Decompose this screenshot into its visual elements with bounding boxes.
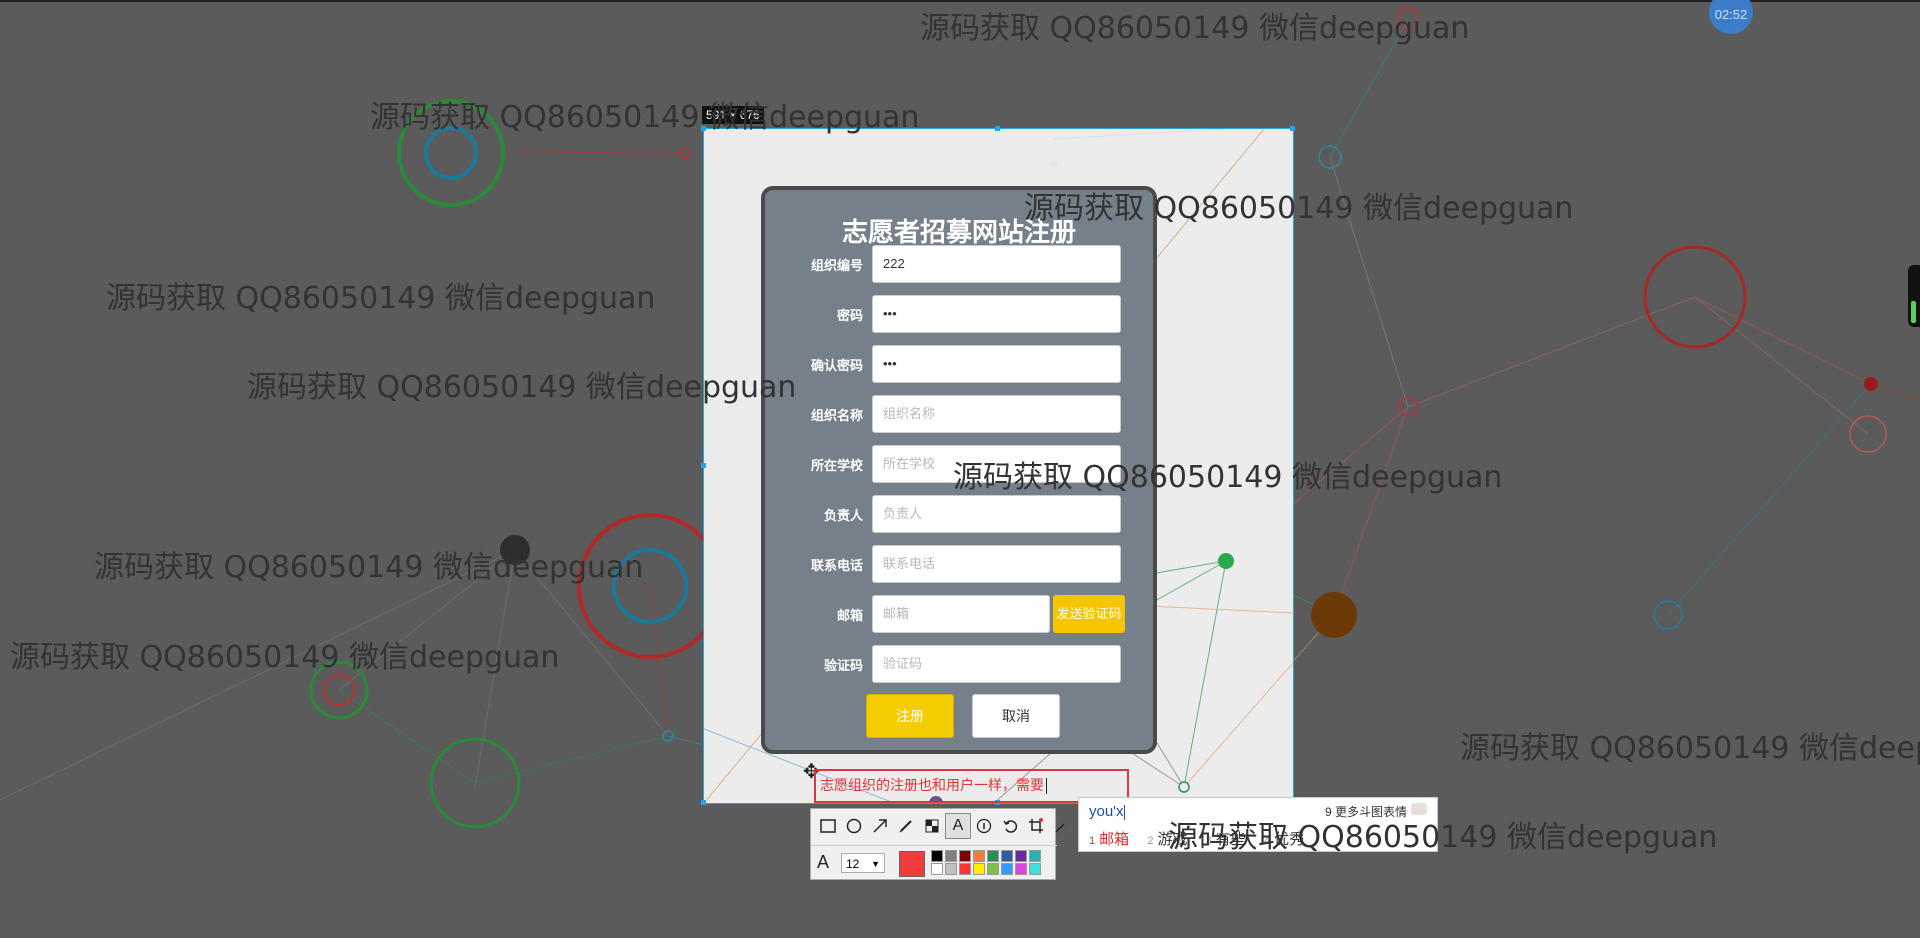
- field-row-phone: 联系电话 联系电话: [765, 545, 1157, 583]
- field-label: 联系电话: [810, 558, 863, 573]
- color-swatch[interactable]: [931, 863, 943, 875]
- mosaic-icon[interactable]: [919, 813, 945, 839]
- chevron-down-icon: ▼: [871, 859, 880, 869]
- color-palette: [931, 850, 1042, 875]
- text-caret: [1046, 778, 1047, 795]
- text-icon[interactable]: A: [945, 813, 971, 839]
- confirm-password-input[interactable]: •••: [872, 345, 1121, 383]
- color-swatch[interactable]: [945, 850, 957, 862]
- resize-handle-bl[interactable]: [701, 800, 706, 805]
- field-label: 所在学校: [810, 458, 863, 473]
- font-size-value: 12: [846, 857, 860, 871]
- org-name-input[interactable]: 组织名称: [872, 395, 1121, 433]
- current-color-swatch[interactable]: [899, 851, 925, 877]
- watermark: 源码获取 QQ86050149 微信deepguan: [1024, 191, 1574, 226]
- field-row-email: 邮箱 邮箱 发送验证码: [765, 595, 1157, 633]
- field-label: 负责人: [823, 508, 863, 523]
- phone-input[interactable]: 联系电话: [872, 545, 1121, 583]
- pin-icon[interactable]: [1049, 813, 1075, 839]
- cancel-button[interactable]: 取消: [972, 694, 1060, 738]
- field-label: 组织编号: [810, 258, 863, 273]
- watermark: 源码获取 QQ86050149 微信deepguan: [247, 370, 797, 405]
- color-swatch[interactable]: [973, 850, 985, 862]
- watermark: 源码获取 QQ86050149 微信deepguan: [370, 100, 920, 135]
- ime-composition-text: you'x: [1089, 803, 1124, 820]
- side-volume-indicator: [1908, 265, 1920, 327]
- color-swatch[interactable]: [987, 863, 999, 875]
- number-icon[interactable]: [971, 813, 997, 839]
- ime-candidate[interactable]: 1 邮箱: [1089, 831, 1129, 848]
- color-swatch[interactable]: [945, 863, 957, 875]
- rectangle-icon[interactable]: [815, 813, 841, 839]
- color-swatch[interactable]: [1029, 850, 1041, 862]
- password-input[interactable]: •••: [872, 295, 1121, 333]
- watermark: 源码获取 QQ86050149 微信deepguan: [106, 281, 656, 316]
- field-row-org-name: 组织名称 组织名称: [765, 395, 1157, 433]
- watermark: 源码获取 QQ86050149 微信deepguan: [920, 11, 1470, 46]
- watermark: 源码获取 QQ86050149 微信deepguan: [1168, 820, 1718, 855]
- watermark: 源码获取 QQ86050149 微信deepguan: [94, 550, 644, 585]
- ime-composition: you'x: [1089, 803, 1125, 820]
- color-swatch[interactable]: [931, 850, 943, 862]
- leader-input[interactable]: 负责人: [872, 495, 1121, 533]
- register-button[interactable]: 注册: [866, 694, 954, 738]
- watermark: 源码获取 QQ86050149 微信deepguan: [10, 640, 560, 675]
- field-row-confirm-password: 确认密码 •••: [765, 345, 1157, 383]
- color-swatch[interactable]: [973, 863, 985, 875]
- arrow-icon[interactable]: [867, 813, 893, 839]
- field-row-verify-code: 验证码 验证码: [765, 645, 1157, 683]
- color-swatch[interactable]: [1001, 850, 1013, 862]
- annotation-text: 志愿组织的注册也和用户一样，需要: [820, 777, 1044, 793]
- field-row-leader: 负责人 负责人: [765, 495, 1157, 533]
- font-icon: A: [817, 852, 830, 872]
- send-code-button[interactable]: 发送验证码: [1053, 595, 1125, 633]
- ellipse-icon[interactable]: [841, 813, 867, 839]
- email-input[interactable]: 邮箱: [872, 595, 1050, 633]
- watermark: 源码获取 QQ86050149 微信deepguan: [953, 460, 1503, 495]
- verify-code-input[interactable]: 验证码: [872, 645, 1121, 683]
- volume-level-icon: [1911, 301, 1916, 323]
- pen-icon[interactable]: [893, 813, 919, 839]
- field-label: 组织名称: [810, 408, 863, 423]
- color-swatch[interactable]: [1015, 863, 1027, 875]
- annotation-toolbar: A A 12 ▼: [810, 808, 1065, 880]
- text-style-row: A 12 ▼: [811, 845, 1057, 880]
- field-label: 密码: [836, 308, 863, 323]
- ime-caret: [1123, 804, 1125, 820]
- field-row-password: 密码 •••: [765, 295, 1157, 333]
- color-swatch[interactable]: [959, 863, 971, 875]
- font-size-select[interactable]: 12 ▼: [841, 853, 885, 873]
- resize-handle-tr[interactable]: [1290, 126, 1295, 131]
- undo-icon[interactable]: [997, 813, 1023, 839]
- org-id-input[interactable]: 222: [872, 245, 1121, 283]
- color-swatch[interactable]: [959, 850, 971, 862]
- watermark: 源码获取 QQ86050149 微信deepguan: [1460, 731, 1920, 766]
- tool-row: A: [815, 812, 1075, 840]
- field-label: 验证码: [823, 658, 863, 673]
- top-border: [0, 0, 1920, 2]
- crop-icon[interactable]: [1023, 813, 1049, 839]
- color-swatch[interactable]: [1015, 850, 1027, 862]
- field-row-org-id: 组织编号 222: [765, 245, 1157, 283]
- field-label: 邮箱: [836, 608, 863, 623]
- color-swatch[interactable]: [987, 850, 999, 862]
- color-swatch[interactable]: [1029, 863, 1041, 875]
- resize-handle-ml[interactable]: [701, 463, 706, 468]
- resize-handle-tc[interactable]: [995, 126, 1000, 131]
- color-swatch[interactable]: [1001, 863, 1013, 875]
